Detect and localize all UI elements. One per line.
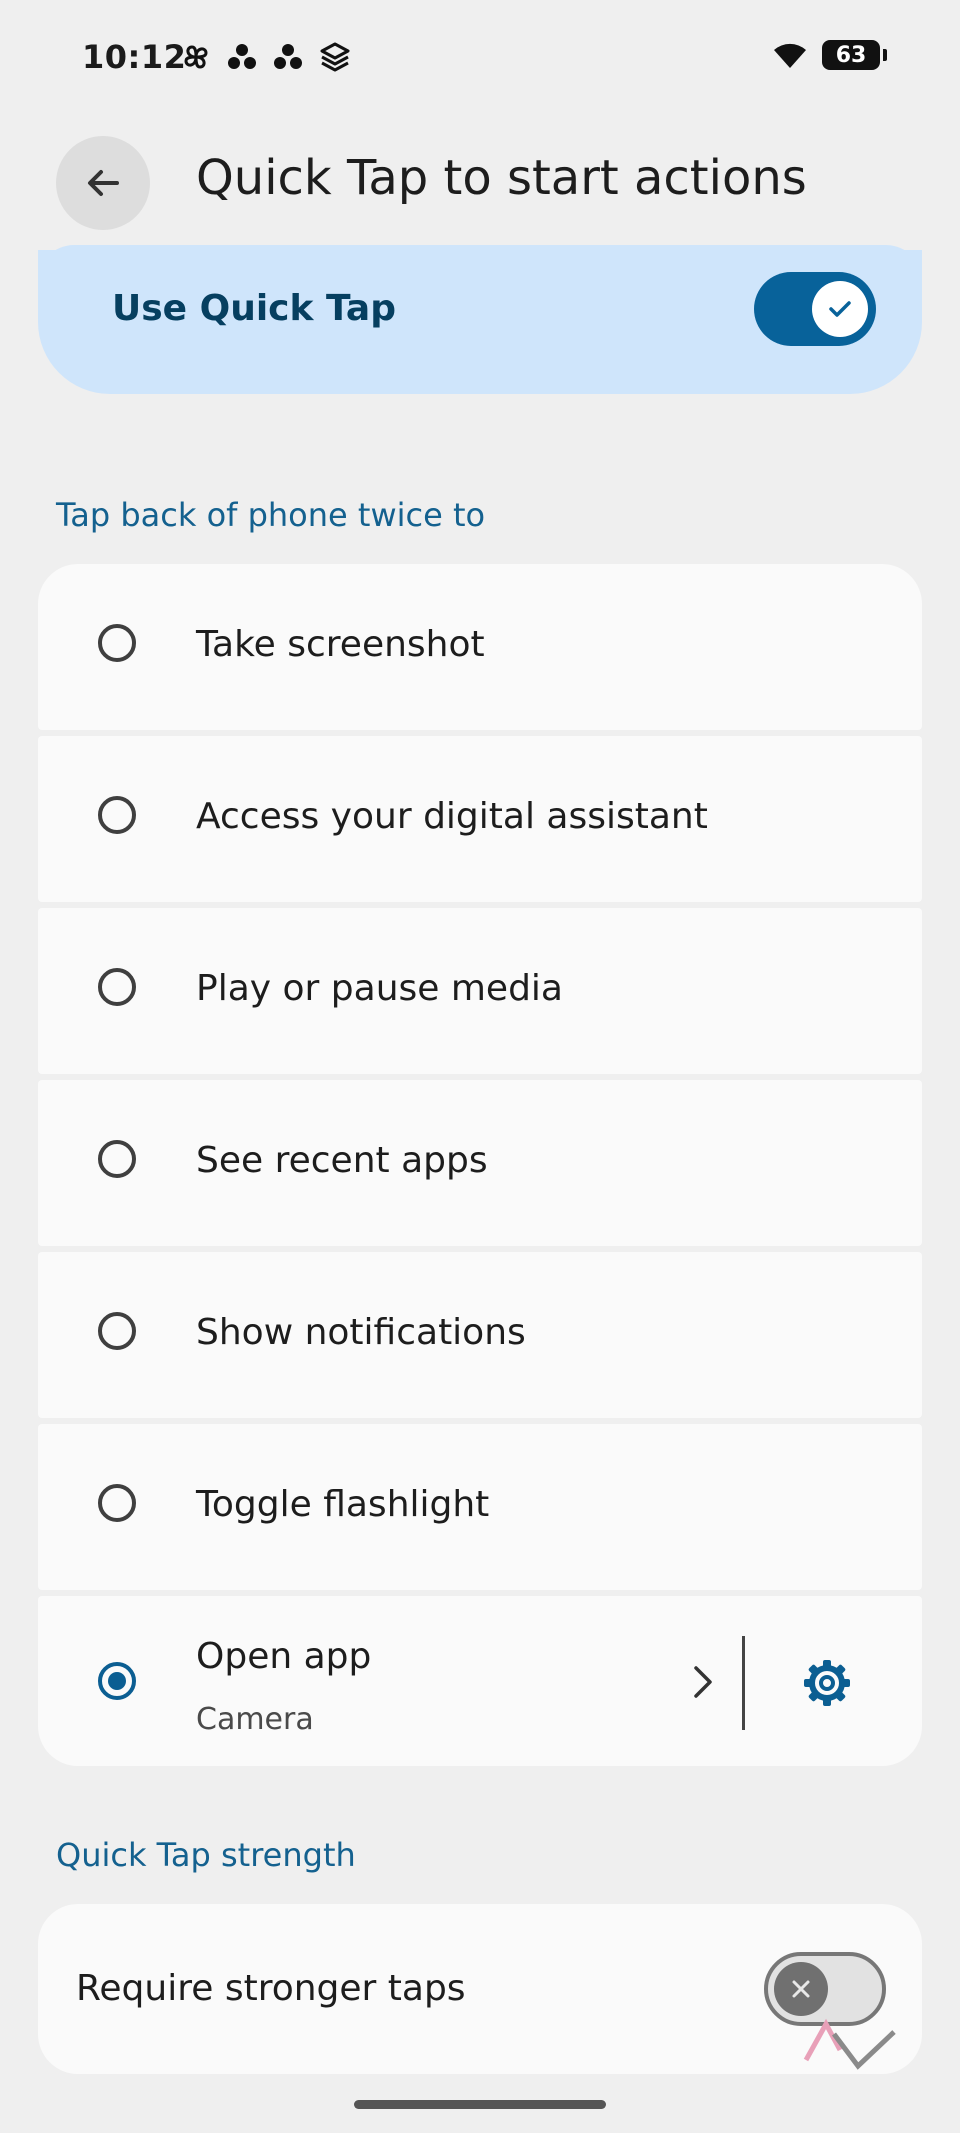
option-label: Open app — [196, 1636, 372, 1677]
dots-icon — [228, 44, 256, 69]
radio-button[interactable] — [98, 796, 136, 834]
watermark-logo — [803, 2018, 896, 2070]
notification-icons — [180, 40, 352, 74]
section-title-strength: Quick Tap strength — [56, 1836, 356, 1874]
home-indicator[interactable] — [354, 2100, 606, 2109]
option-take-screenshot[interactable]: Take screenshot — [38, 564, 922, 730]
gear-icon[interactable] — [802, 1658, 852, 1708]
page-title: Quick Tap to start actions — [196, 150, 807, 206]
option-label: Play or pause media — [196, 968, 563, 1009]
switch-knob — [812, 281, 868, 337]
option-label: Take screenshot — [196, 624, 485, 665]
option-label: Access your digital assistant — [196, 796, 708, 837]
option-show-notifications[interactable]: Show notifications — [38, 1252, 922, 1418]
radio-button[interactable] — [98, 1312, 136, 1350]
option-toggle-flashlight[interactable]: Toggle flashlight — [38, 1424, 922, 1590]
dots-icon — [274, 44, 302, 69]
stack-icon — [320, 42, 350, 72]
system-icons: 63 — [772, 40, 887, 70]
radio-button-selected[interactable] — [98, 1662, 136, 1700]
radio-button[interactable] — [98, 1140, 136, 1178]
radio-button[interactable] — [98, 624, 136, 662]
pinwheel-icon — [184, 45, 208, 69]
arrow-back-icon — [88, 170, 119, 196]
switch-knob — [774, 1962, 828, 2016]
back-button[interactable] — [56, 136, 150, 230]
close-icon — [792, 1980, 810, 1998]
battery-icon: 63 — [822, 40, 887, 70]
divider — [742, 1636, 745, 1730]
option-sublabel: Camera — [196, 1702, 314, 1737]
option-open-app[interactable]: Open app Camera — [38, 1596, 922, 1766]
status-time: 10:12 — [82, 38, 187, 76]
radio-button[interactable] — [98, 968, 136, 1006]
option-label: Toggle flashlight — [196, 1484, 490, 1525]
option-label: See recent apps — [196, 1140, 488, 1181]
require-stronger-taps-label: Require stronger taps — [76, 1968, 466, 2009]
option-label: Show notifications — [196, 1312, 526, 1353]
radio-button[interactable] — [98, 1484, 136, 1522]
option-play-pause-media[interactable]: Play or pause media — [38, 908, 922, 1074]
use-quick-tap-switch[interactable] — [754, 272, 876, 346]
option-digital-assistant[interactable]: Access your digital assistant — [38, 736, 922, 902]
check-icon — [829, 301, 851, 317]
option-recent-apps[interactable]: See recent apps — [38, 1080, 922, 1246]
use-quick-tap-label: Use Quick Tap — [112, 288, 396, 329]
section-title-actions: Tap back of phone twice to — [56, 496, 486, 534]
action-options-list: Take screenshot Access your digital assi… — [38, 564, 922, 1772]
chevron-right-icon[interactable] — [686, 1662, 718, 1702]
battery-level: 63 — [835, 42, 867, 68]
wifi-icon — [774, 43, 806, 68]
